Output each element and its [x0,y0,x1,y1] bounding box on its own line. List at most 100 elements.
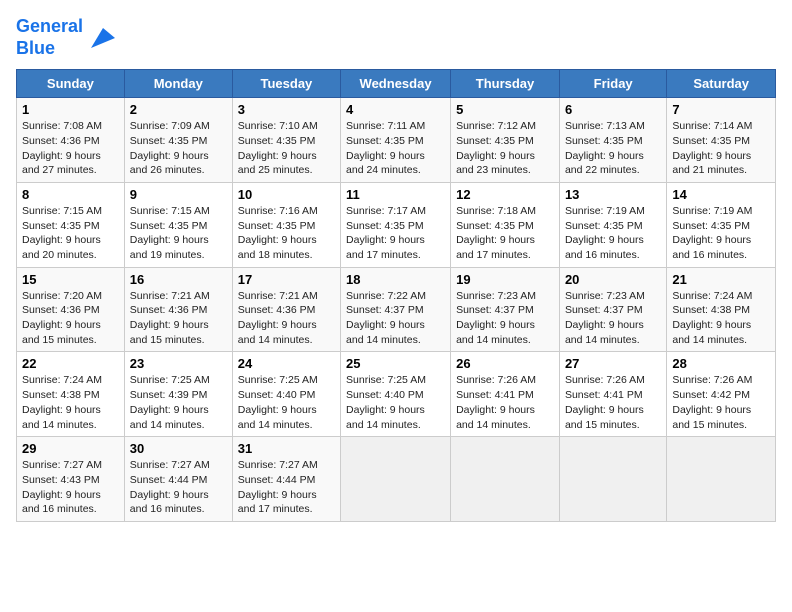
day-info: Sunrise: 7:10 AM Sunset: 4:35 PM Dayligh… [238,119,335,178]
week-row-4: 29 Sunrise: 7:27 AM Sunset: 4:43 PM Dayl… [17,437,776,522]
day-info: Sunrise: 7:25 AM Sunset: 4:40 PM Dayligh… [238,373,335,432]
day-info: Sunrise: 7:27 AM Sunset: 4:43 PM Dayligh… [22,458,119,517]
calendar-cell: 6 Sunrise: 7:13 AM Sunset: 4:35 PM Dayli… [559,98,666,183]
day-number: 31 [238,441,335,456]
day-info: Sunrise: 7:22 AM Sunset: 4:37 PM Dayligh… [346,289,445,348]
day-number: 6 [565,102,661,117]
day-info: Sunrise: 7:13 AM Sunset: 4:35 PM Dayligh… [565,119,661,178]
day-number: 14 [672,187,770,202]
day-info: Sunrise: 7:16 AM Sunset: 4:35 PM Dayligh… [238,204,335,263]
day-info: Sunrise: 7:24 AM Sunset: 4:38 PM Dayligh… [672,289,770,348]
calendar-cell: 2 Sunrise: 7:09 AM Sunset: 4:35 PM Dayli… [124,98,232,183]
day-number: 16 [130,272,227,287]
day-info: Sunrise: 7:21 AM Sunset: 4:36 PM Dayligh… [238,289,335,348]
day-number: 29 [22,441,119,456]
weekday-header-row: SundayMondayTuesdayWednesdayThursdayFrid… [17,70,776,98]
calendar-cell: 13 Sunrise: 7:19 AM Sunset: 4:35 PM Dayl… [559,182,666,267]
day-info: Sunrise: 7:19 AM Sunset: 4:35 PM Dayligh… [672,204,770,263]
calendar-cell: 28 Sunrise: 7:26 AM Sunset: 4:42 PM Dayl… [667,352,776,437]
calendar-body: 1 Sunrise: 7:08 AM Sunset: 4:36 PM Dayli… [17,98,776,522]
day-info: Sunrise: 7:15 AM Sunset: 4:35 PM Dayligh… [130,204,227,263]
week-row-0: 1 Sunrise: 7:08 AM Sunset: 4:36 PM Dayli… [17,98,776,183]
day-number: 12 [456,187,554,202]
calendar-cell: 23 Sunrise: 7:25 AM Sunset: 4:39 PM Dayl… [124,352,232,437]
calendar-cell [341,437,451,522]
calendar-cell: 19 Sunrise: 7:23 AM Sunset: 4:37 PM Dayl… [451,267,560,352]
calendar-cell: 29 Sunrise: 7:27 AM Sunset: 4:43 PM Dayl… [17,437,125,522]
calendar-cell: 3 Sunrise: 7:10 AM Sunset: 4:35 PM Dayli… [232,98,340,183]
day-number: 4 [346,102,445,117]
day-info: Sunrise: 7:15 AM Sunset: 4:35 PM Dayligh… [22,204,119,263]
calendar-cell: 26 Sunrise: 7:26 AM Sunset: 4:41 PM Dayl… [451,352,560,437]
day-number: 18 [346,272,445,287]
calendar-cell: 15 Sunrise: 7:20 AM Sunset: 4:36 PM Dayl… [17,267,125,352]
calendar-cell [559,437,666,522]
calendar-cell [451,437,560,522]
day-info: Sunrise: 7:09 AM Sunset: 4:35 PM Dayligh… [130,119,227,178]
day-info: Sunrise: 7:27 AM Sunset: 4:44 PM Dayligh… [238,458,335,517]
day-number: 20 [565,272,661,287]
weekday-monday: Monday [124,70,232,98]
calendar-cell [667,437,776,522]
day-info: Sunrise: 7:26 AM Sunset: 4:41 PM Dayligh… [565,373,661,432]
calendar-cell: 24 Sunrise: 7:25 AM Sunset: 4:40 PM Dayl… [232,352,340,437]
day-info: Sunrise: 7:08 AM Sunset: 4:36 PM Dayligh… [22,119,119,178]
week-row-2: 15 Sunrise: 7:20 AM Sunset: 4:36 PM Dayl… [17,267,776,352]
logo: GeneralBlue [16,16,115,59]
calendar-cell: 11 Sunrise: 7:17 AM Sunset: 4:35 PM Dayl… [341,182,451,267]
day-number: 15 [22,272,119,287]
day-number: 17 [238,272,335,287]
day-info: Sunrise: 7:17 AM Sunset: 4:35 PM Dayligh… [346,204,445,263]
calendar-cell: 12 Sunrise: 7:18 AM Sunset: 4:35 PM Dayl… [451,182,560,267]
day-number: 26 [456,356,554,371]
calendar-table: SundayMondayTuesdayWednesdayThursdayFrid… [16,69,776,522]
calendar-cell: 7 Sunrise: 7:14 AM Sunset: 4:35 PM Dayli… [667,98,776,183]
day-info: Sunrise: 7:27 AM Sunset: 4:44 PM Dayligh… [130,458,227,517]
logo-text: GeneralBlue [16,16,83,59]
day-number: 13 [565,187,661,202]
day-number: 1 [22,102,119,117]
day-number: 24 [238,356,335,371]
day-info: Sunrise: 7:24 AM Sunset: 4:38 PM Dayligh… [22,373,119,432]
calendar-cell: 18 Sunrise: 7:22 AM Sunset: 4:37 PM Dayl… [341,267,451,352]
weekday-friday: Friday [559,70,666,98]
calendar-cell: 21 Sunrise: 7:24 AM Sunset: 4:38 PM Dayl… [667,267,776,352]
day-number: 7 [672,102,770,117]
weekday-wednesday: Wednesday [341,70,451,98]
calendar-cell: 31 Sunrise: 7:27 AM Sunset: 4:44 PM Dayl… [232,437,340,522]
calendar-cell: 9 Sunrise: 7:15 AM Sunset: 4:35 PM Dayli… [124,182,232,267]
day-number: 30 [130,441,227,456]
calendar-cell: 1 Sunrise: 7:08 AM Sunset: 4:36 PM Dayli… [17,98,125,183]
weekday-tuesday: Tuesday [232,70,340,98]
day-number: 10 [238,187,335,202]
day-info: Sunrise: 7:23 AM Sunset: 4:37 PM Dayligh… [456,289,554,348]
day-number: 28 [672,356,770,371]
calendar-cell: 10 Sunrise: 7:16 AM Sunset: 4:35 PM Dayl… [232,182,340,267]
day-info: Sunrise: 7:19 AM Sunset: 4:35 PM Dayligh… [565,204,661,263]
day-info: Sunrise: 7:21 AM Sunset: 4:36 PM Dayligh… [130,289,227,348]
day-number: 25 [346,356,445,371]
day-number: 2 [130,102,227,117]
weekday-saturday: Saturday [667,70,776,98]
calendar-cell: 5 Sunrise: 7:12 AM Sunset: 4:35 PM Dayli… [451,98,560,183]
day-number: 8 [22,187,119,202]
day-number: 23 [130,356,227,371]
calendar-cell: 17 Sunrise: 7:21 AM Sunset: 4:36 PM Dayl… [232,267,340,352]
calendar-cell: 25 Sunrise: 7:25 AM Sunset: 4:40 PM Dayl… [341,352,451,437]
week-row-1: 8 Sunrise: 7:15 AM Sunset: 4:35 PM Dayli… [17,182,776,267]
day-info: Sunrise: 7:14 AM Sunset: 4:35 PM Dayligh… [672,119,770,178]
day-number: 11 [346,187,445,202]
day-number: 19 [456,272,554,287]
day-info: Sunrise: 7:25 AM Sunset: 4:40 PM Dayligh… [346,373,445,432]
day-info: Sunrise: 7:18 AM Sunset: 4:35 PM Dayligh… [456,204,554,263]
calendar-cell: 14 Sunrise: 7:19 AM Sunset: 4:35 PM Dayl… [667,182,776,267]
day-number: 9 [130,187,227,202]
day-info: Sunrise: 7:26 AM Sunset: 4:42 PM Dayligh… [672,373,770,432]
week-row-3: 22 Sunrise: 7:24 AM Sunset: 4:38 PM Dayl… [17,352,776,437]
day-number: 22 [22,356,119,371]
weekday-thursday: Thursday [451,70,560,98]
calendar-cell: 27 Sunrise: 7:26 AM Sunset: 4:41 PM Dayl… [559,352,666,437]
calendar-cell: 30 Sunrise: 7:27 AM Sunset: 4:44 PM Dayl… [124,437,232,522]
calendar-cell: 16 Sunrise: 7:21 AM Sunset: 4:36 PM Dayl… [124,267,232,352]
day-info: Sunrise: 7:11 AM Sunset: 4:35 PM Dayligh… [346,119,445,178]
